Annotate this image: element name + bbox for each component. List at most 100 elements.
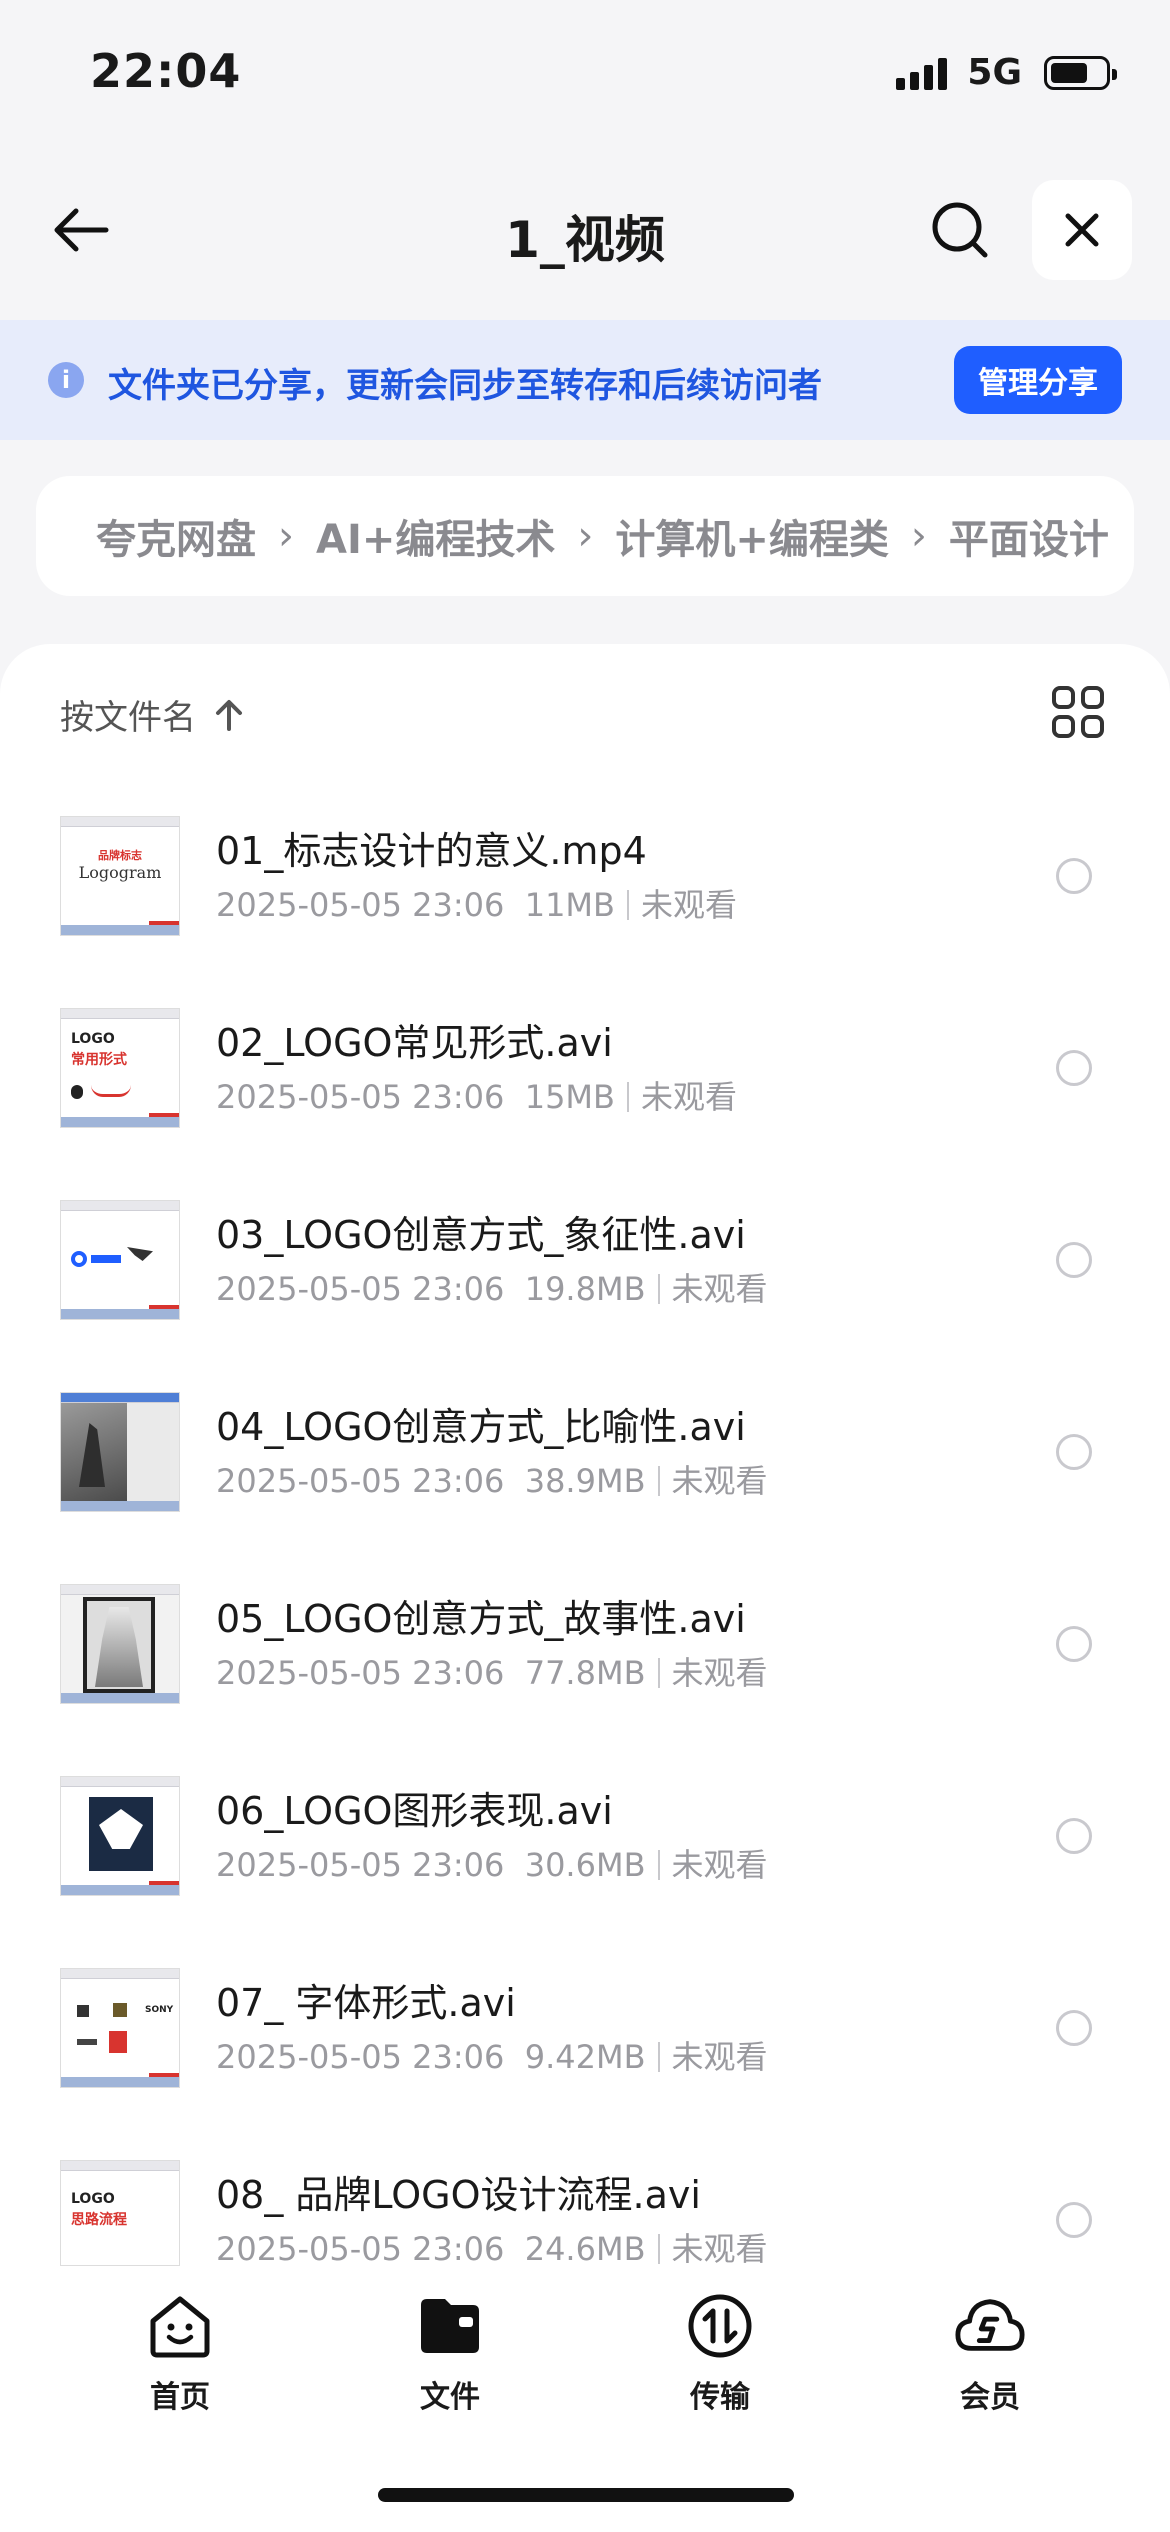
breadcrumb-item[interactable]: 平面设计 (949, 507, 1109, 565)
file-size: 9.42MB (524, 2038, 646, 2076)
watch-status: 未观看 (671, 1846, 768, 1884)
video-thumbnail (60, 1200, 180, 1320)
file-date: 2025-05-05 23:06 (216, 1270, 505, 1308)
file-row[interactable]: 04_LOGO创意方式_比喻性.avi 2025-05-05 23:06 38.… (0, 1392, 1170, 1584)
select-radio[interactable] (1056, 1626, 1092, 1662)
thumbnail-subtitle: SONY (145, 2005, 174, 2015)
home-smile-icon (144, 2290, 216, 2362)
file-date: 2025-05-05 23:06 (216, 2038, 505, 2076)
file-meta: 2025-05-05 23:06 24.6MB 未观看 (216, 2224, 768, 2270)
file-size: 30.6MB (524, 1846, 646, 1884)
tab-label: 文件 (420, 2380, 480, 2415)
arrow-up-icon (216, 699, 242, 731)
tab-label: 会员 (960, 2380, 1020, 2415)
file-row[interactable]: LOGO 常用形式 02_LOGO常见形式.avi 2025-05-05 23:… (0, 1008, 1170, 1200)
file-date: 2025-05-05 23:06 (216, 1078, 505, 1116)
file-name: 07_ 字体形式.avi (216, 1981, 516, 2025)
tab-label: 传输 (690, 2380, 750, 2415)
chevron-right-icon: › (577, 513, 594, 559)
network-label: 5G (967, 52, 1022, 93)
thumbnail-subtitle: Logogram (78, 863, 162, 882)
file-date: 2025-05-05 23:06 (216, 2230, 505, 2268)
file-row[interactable]: 06_LOGO图形表现.avi 2025-05-05 23:06 30.6MB 未… (0, 1776, 1170, 1968)
close-button[interactable] (1032, 180, 1132, 280)
file-name: 06_LOGO图形表现.avi (216, 1789, 613, 1833)
thumbnail-title: 品牌标志 (98, 849, 142, 862)
tab-files[interactable]: 文件 (360, 2290, 540, 2420)
select-radio[interactable] (1056, 1434, 1092, 1470)
file-meta: 2025-05-05 23:06 38.9MB 未观看 (216, 1456, 768, 1502)
video-thumbnail: LOGO 思路流程 (60, 2160, 180, 2266)
select-radio[interactable] (1056, 1818, 1092, 1854)
thumbnail-title: LOGO (71, 2191, 115, 2207)
select-radio[interactable] (1056, 1050, 1092, 1086)
tab-home[interactable]: 首页 (90, 2290, 270, 2420)
battery-icon (1044, 55, 1117, 90)
file-name: 03_LOGO创意方式_象征性.avi (216, 1213, 746, 1257)
file-size: 15MB (524, 1078, 615, 1116)
share-banner-text: 文件夹已分享，更新会同步至转存和后续访问者 (108, 366, 822, 406)
file-date: 2025-05-05 23:06 (216, 1654, 505, 1692)
close-icon (1065, 213, 1099, 247)
status-indicators: 5G (896, 52, 1117, 93)
breadcrumb-item[interactable]: 计算机+编程类 (615, 507, 889, 565)
share-banner: i 文件夹已分享，更新会同步至转存和后续访问者 管理分享 (0, 320, 1170, 440)
select-radio[interactable] (1056, 858, 1092, 894)
file-list-panel: 按文件名 品牌标志 Logogram 01_标志设计的意义.mp4 2025-0… (0, 644, 1170, 2304)
file-name: 05_LOGO创意方式_故事性.avi (216, 1597, 746, 1641)
breadcrumb-item[interactable]: 夸克网盘 (96, 507, 256, 565)
tab-member[interactable]: 会员 (900, 2290, 1080, 2420)
select-radio[interactable] (1056, 2202, 1092, 2238)
watch-status: 未观看 (671, 2230, 768, 2268)
chevron-right-icon: › (910, 513, 927, 559)
thumbnail-title: LOGO (71, 1031, 115, 1047)
home-indicator[interactable] (378, 2488, 794, 2502)
file-size: 24.6MB (524, 2230, 646, 2268)
file-row[interactable]: 05_LOGO创意方式_故事性.avi 2025-05-05 23:06 77.… (0, 1584, 1170, 1776)
file-size: 11MB (524, 886, 615, 924)
member-cloud-icon (954, 2290, 1026, 2362)
video-thumbnail (60, 1776, 180, 1896)
search-button[interactable] (920, 190, 1000, 270)
video-thumbnail (60, 1392, 180, 1512)
file-date: 2025-05-05 23:06 (216, 1462, 505, 1500)
select-radio[interactable] (1056, 1242, 1092, 1278)
file-date: 2025-05-05 23:06 (216, 1846, 505, 1884)
file-meta: 2025-05-05 23:06 9.42MB 未观看 (216, 2032, 768, 2078)
file-meta: 2025-05-05 23:06 11MB 未观看 (216, 880, 737, 926)
file-row[interactable]: 品牌标志 Logogram 01_标志设计的意义.mp4 2025-05-05 … (0, 816, 1170, 1008)
thumbnail-subtitle: 常用形式 (71, 1052, 127, 1068)
select-radio[interactable] (1056, 2010, 1092, 2046)
breadcrumb-item[interactable]: AI+编程技术 (316, 507, 555, 565)
video-thumbnail (60, 1584, 180, 1704)
file-row[interactable]: 03_LOGO创意方式_象征性.avi 2025-05-05 23:06 19.… (0, 1200, 1170, 1392)
file-size: 19.8MB (524, 1270, 646, 1308)
grid-view-icon[interactable] (1052, 686, 1104, 738)
watch-status: 未观看 (671, 1654, 768, 1692)
watch-status: 未观看 (640, 1078, 737, 1116)
info-icon: i (48, 362, 84, 398)
file-size: 38.9MB (524, 1462, 646, 1500)
manage-share-button[interactable]: 管理分享 (954, 346, 1122, 414)
file-name: 02_LOGO常见形式.avi (216, 1021, 613, 1065)
tab-transfer[interactable]: 传输 (630, 2290, 810, 2420)
file-row[interactable]: SONY 07_ 字体形式.avi 2025-05-05 23:06 9.42M… (0, 1968, 1170, 2160)
file-meta: 2025-05-05 23:06 77.8MB 未观看 (216, 1648, 768, 1694)
thumbnail-subtitle: 思路流程 (71, 2212, 127, 2228)
watch-status: 未观看 (671, 1270, 768, 1308)
watch-status: 未观看 (640, 886, 737, 924)
search-icon (932, 202, 988, 258)
file-name: 08_ 品牌LOGO设计流程.avi (216, 2173, 701, 2217)
video-thumbnail: LOGO 常用形式 (60, 1008, 180, 1128)
chevron-right-icon: › (278, 513, 294, 559)
watch-status: 未观看 (671, 2038, 768, 2076)
sort-label: 按文件名 (60, 698, 196, 738)
video-thumbnail: SONY (60, 1968, 180, 2088)
file-name: 01_标志设计的意义.mp4 (216, 829, 647, 873)
file-date: 2025-05-05 23:06 (216, 886, 505, 924)
sort-control[interactable]: 按文件名 (60, 690, 246, 739)
tab-label: 首页 (150, 2380, 210, 2415)
file-meta: 2025-05-05 23:06 30.6MB 未观看 (216, 1840, 768, 1886)
file-meta: 2025-05-05 23:06 15MB 未观看 (216, 1072, 737, 1118)
video-thumbnail: 品牌标志 Logogram (60, 816, 180, 936)
